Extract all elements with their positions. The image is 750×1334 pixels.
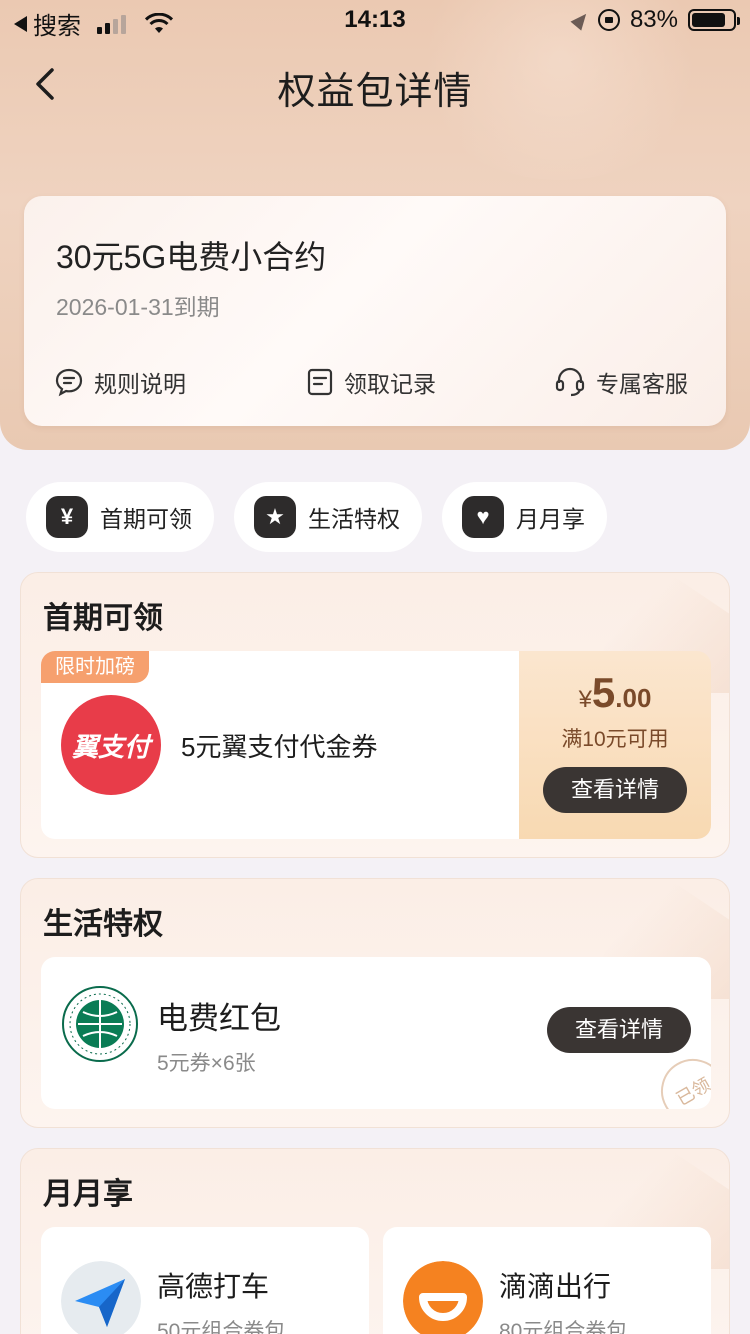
category-tabs: ¥ 首期可领 ★ 生活特权 ♥ 月月享 [26, 482, 607, 552]
battery-percent: 83% [629, 6, 678, 33]
didi-icon [403, 1261, 483, 1334]
service-sub: 80元组合券包 [499, 1320, 628, 1334]
location-arrow-icon [570, 9, 592, 31]
status-bar: 搜索 14:13 83% [0, 0, 750, 40]
claim-record-button[interactable]: 领取记录 [265, 364, 476, 400]
life-privilege-section: 生活特权 电费红包 5元券×6张 查看详情 已领 [20, 878, 730, 1128]
section-title: 月月享 [43, 1178, 133, 1211]
document-icon [307, 368, 333, 396]
package-expire-date: 2026-01-31到期 [56, 294, 220, 320]
section-title: 生活特权 [43, 908, 163, 941]
status-right: 83% [570, 6, 740, 34]
tab-monthly[interactable]: ♥ 月月享 [442, 482, 607, 552]
customer-service-button[interactable]: 专属客服 [477, 364, 726, 400]
claimed-stamp: 已领 [649, 1047, 711, 1109]
view-details-button[interactable]: 查看详情 [543, 767, 687, 813]
yen-icon: ¥ [46, 496, 88, 538]
claim-record-label: 领取记录 [343, 371, 436, 397]
price-integer: 5 [591, 669, 616, 716]
view-details-button[interactable]: 查看详情 [547, 1007, 691, 1053]
price-decimal: .00 [615, 683, 652, 713]
privilege-sub: 5元券×6张 [157, 1052, 256, 1075]
customer-service-label: 专属客服 [595, 371, 688, 397]
coupon-card[interactable]: 限时加磅 翼支付 5元翼支付代金券 [41, 651, 519, 839]
battery-icon [688, 9, 740, 31]
chat-bubble-icon [55, 368, 83, 397]
gaode-taxi-card[interactable]: 高德打车 50元组合券包 [41, 1227, 369, 1334]
heart-icon: ♥ [462, 496, 504, 538]
ypay-logo: 翼支付 [61, 695, 161, 795]
nav-bar: 权益包详情 [0, 52, 750, 116]
rules-label: 规则说明 [94, 371, 186, 397]
tab-label: 生活特权 [308, 506, 400, 532]
service-sub: 50元组合券包 [157, 1320, 286, 1334]
tab-life-privilege[interactable]: ★ 生活特权 [234, 482, 422, 552]
gaode-icon [61, 1261, 141, 1334]
state-grid-logo [62, 986, 138, 1062]
didi-card[interactable]: 滴滴出行 80元组合券包 [383, 1227, 711, 1334]
page-title: 权益包详情 [277, 71, 473, 113]
headset-icon [555, 367, 585, 397]
service-name: 滴滴出行 [499, 1271, 612, 1302]
coupon-name: 5元翼支付代金券 [181, 732, 378, 762]
package-card: 30元5G电费小合约 2026-01-31到期 规则说明 领取记录 专属客服 [24, 196, 726, 426]
coupon-price-panel: ¥5.00 满10元可用 查看详情 [519, 651, 711, 839]
price-currency: ¥ [578, 686, 592, 713]
star-icon: ★ [254, 496, 296, 538]
privilege-name: 电费红包 [157, 1001, 281, 1036]
tab-label: 首期可领 [100, 506, 192, 532]
tab-first-period[interactable]: ¥ 首期可领 [26, 482, 214, 552]
tab-label: 月月享 [516, 506, 585, 532]
first-period-section: 首期可领 限时加磅 翼支付 5元翼支付代金券 ¥5.00 满10元可用 查看详情 [20, 572, 730, 858]
service-name: 高德打车 [157, 1271, 270, 1302]
monthly-section: 月月享 高德打车 50元组合券包 滴滴出行 80元组合券包 [20, 1148, 730, 1334]
coupon-condition: 满10元可用 [561, 728, 669, 751]
section-title: 首期可领 [43, 602, 163, 635]
rules-button[interactable]: 规则说明 [24, 364, 265, 400]
package-title: 30元5G电费小合约 [56, 239, 327, 275]
package-actions: 规则说明 领取记录 专属客服 [24, 364, 726, 400]
orientation-lock-icon [597, 9, 620, 31]
coupon-price: ¥5.00 [519, 669, 711, 717]
limited-time-badge: 限时加磅 [41, 651, 149, 683]
electricity-redpacket-card[interactable]: 电费红包 5元券×6张 查看详情 已领 [41, 957, 711, 1109]
